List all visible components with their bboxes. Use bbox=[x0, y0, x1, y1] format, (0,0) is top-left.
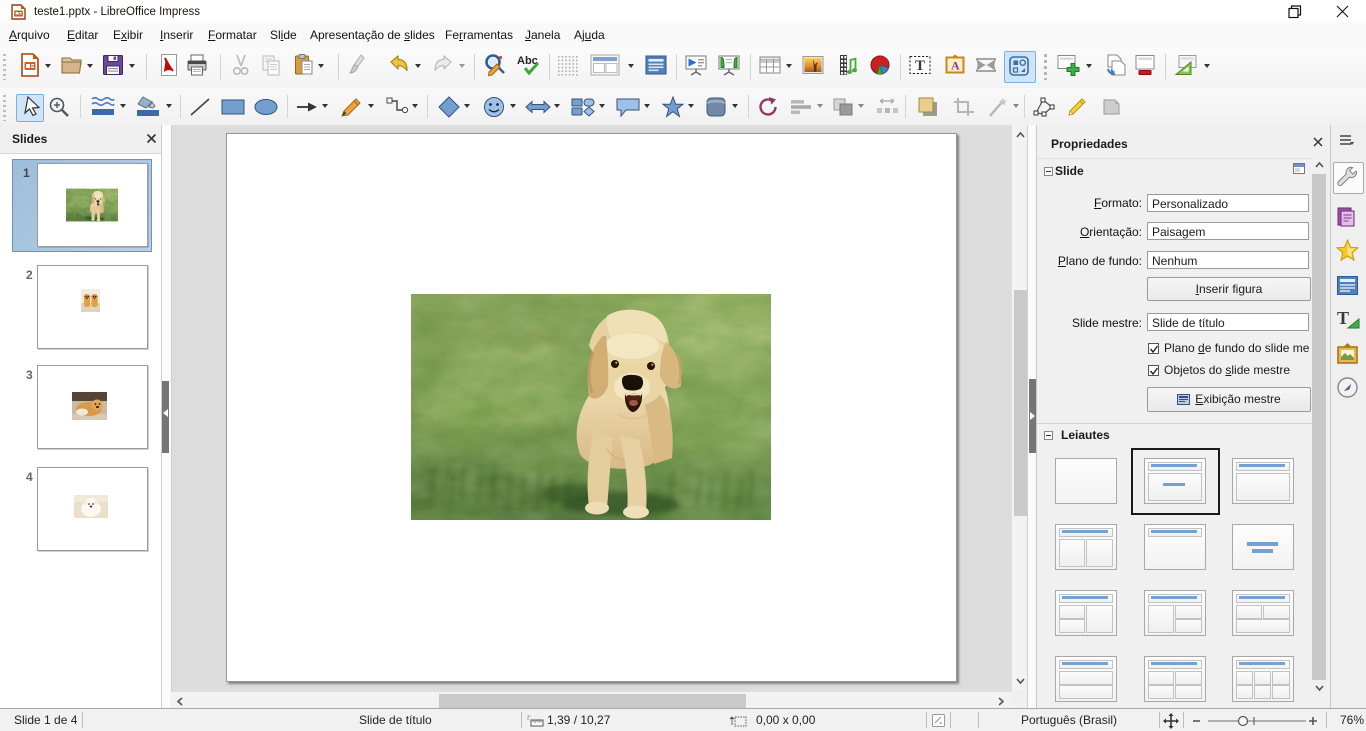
svg-text:A: A bbox=[951, 59, 960, 73]
svg-text:T: T bbox=[1337, 308, 1349, 328]
svg-text:T: T bbox=[915, 58, 925, 74]
